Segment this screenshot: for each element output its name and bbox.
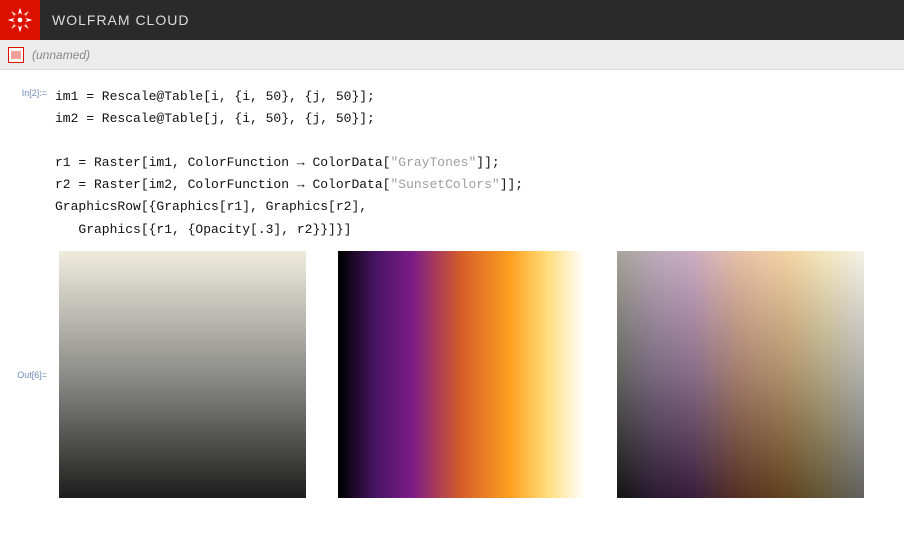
output-label: Out[6]= bbox=[0, 368, 55, 380]
app-header: WOLFRAM CLOUD bbox=[0, 0, 904, 40]
graphics-row bbox=[55, 251, 864, 498]
graphics-blend bbox=[617, 251, 864, 498]
tab-label[interactable]: (unnamed) bbox=[32, 48, 90, 62]
input-label: In[2]:= bbox=[0, 86, 55, 98]
app-title: WOLFRAM CLOUD bbox=[40, 12, 189, 28]
input-code[interactable]: im1 = Rescale@Table[i, {i, 50}, {j, 50}]… bbox=[55, 86, 523, 241]
notebook-area[interactable]: In[2]:= im1 = Rescale@Table[i, {i, 50}, … bbox=[0, 70, 904, 498]
notebook-icon[interactable] bbox=[8, 47, 24, 63]
wolfram-logo[interactable] bbox=[0, 0, 40, 40]
output-cell: Out[6]= bbox=[0, 251, 904, 498]
tab-bar: (unnamed) bbox=[0, 40, 904, 70]
input-cell[interactable]: In[2]:= im1 = Rescale@Table[i, {i, 50}, … bbox=[0, 86, 904, 241]
graphics-graytones bbox=[59, 251, 306, 498]
graphics-sunset bbox=[338, 251, 585, 498]
spikey-icon bbox=[7, 7, 33, 33]
